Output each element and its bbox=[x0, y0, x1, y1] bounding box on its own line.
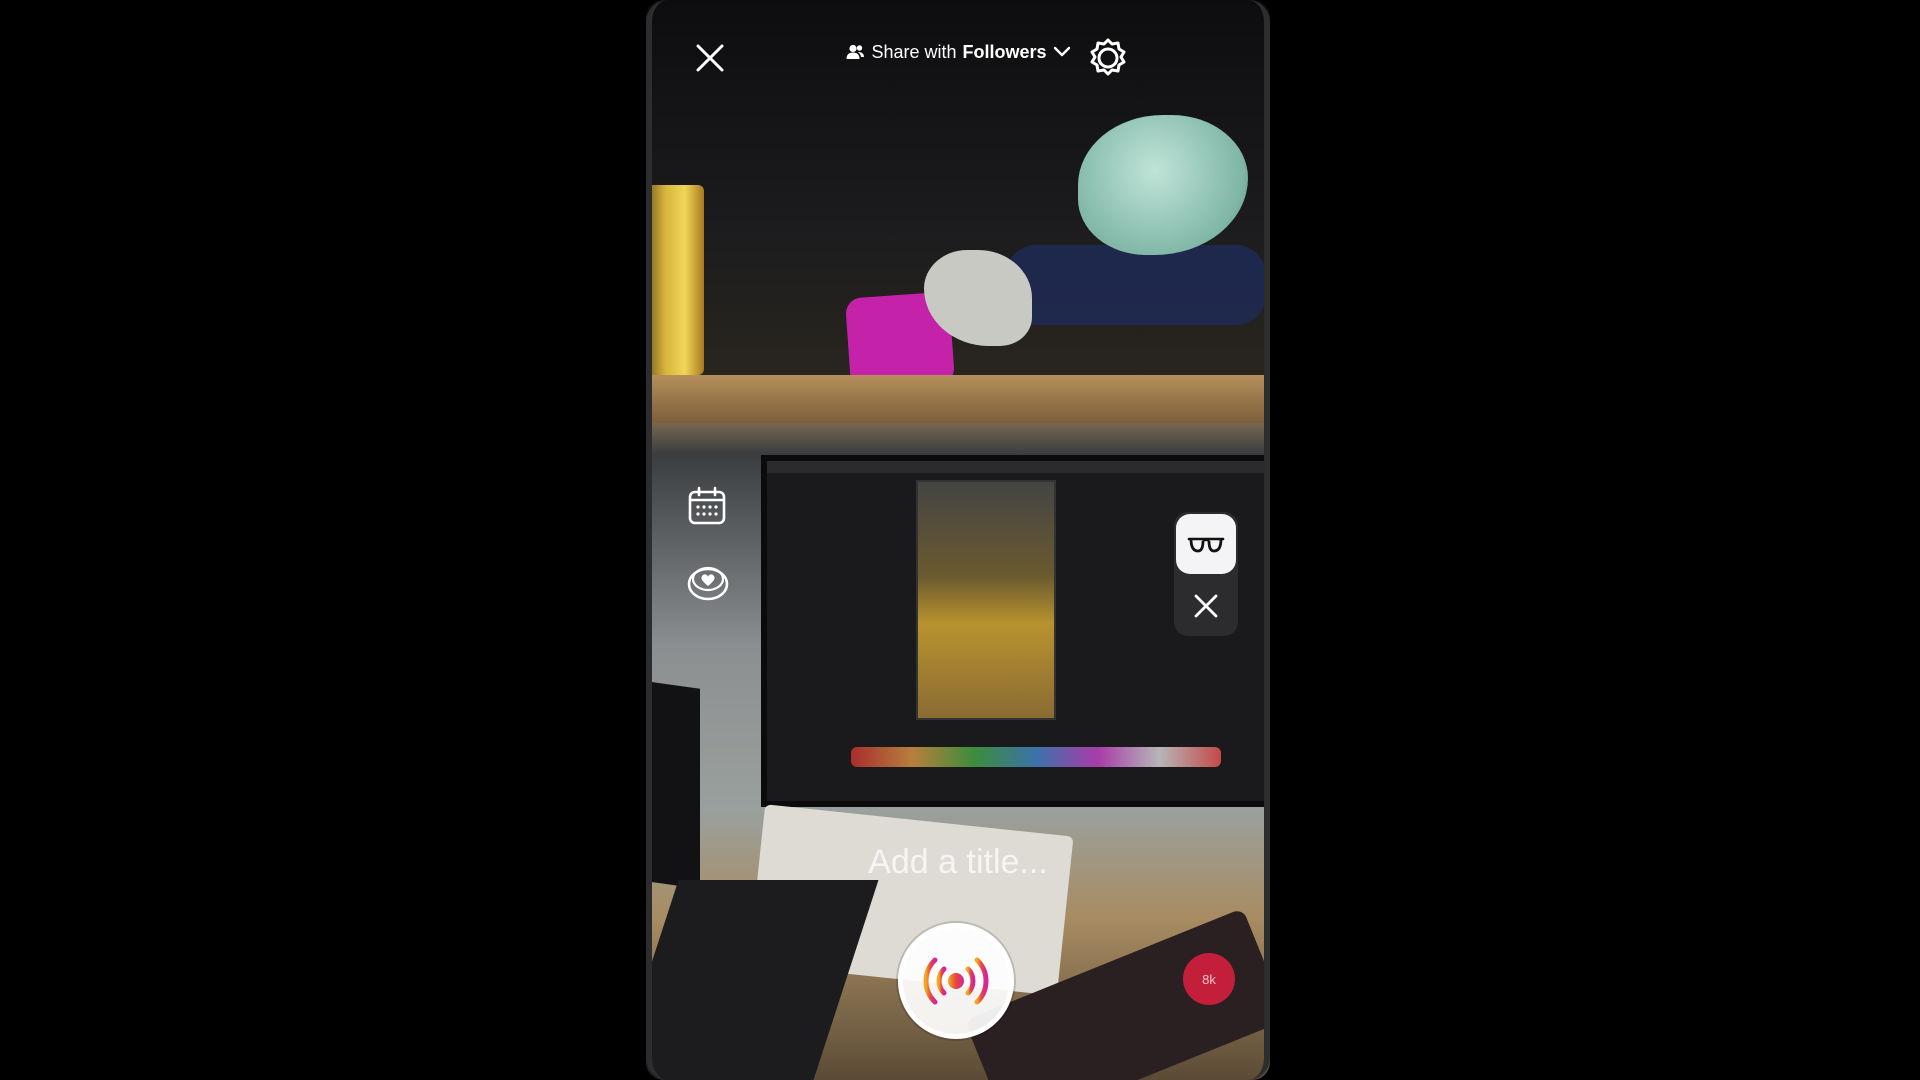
schedule-button[interactable] bbox=[684, 483, 730, 529]
share-audience-label: Followers bbox=[962, 41, 1047, 62]
heart-icon bbox=[687, 566, 729, 601]
camera-scene-dock bbox=[851, 747, 1221, 767]
camera-scene-laptop bbox=[646, 681, 700, 889]
camera-scene-laptop-keyboard bbox=[646, 880, 879, 1080]
camera-scene-plush-toy bbox=[1078, 115, 1248, 255]
chevron-down-icon bbox=[1053, 46, 1070, 57]
close-icon bbox=[1194, 594, 1218, 618]
people-icon bbox=[846, 44, 865, 59]
live-title-input[interactable] bbox=[758, 840, 1158, 884]
remove-effect-button[interactable] bbox=[1184, 584, 1228, 628]
settings-button[interactable] bbox=[1082, 32, 1134, 84]
broadcast-icon bbox=[923, 957, 989, 1005]
glasses-icon bbox=[1187, 537, 1225, 553]
camera-scene-jar bbox=[646, 185, 704, 375]
camera-scene-menu-bar bbox=[767, 461, 1264, 473]
viewer-count-badge[interactable]: 8k bbox=[1183, 953, 1235, 1005]
camera-scene-cloth bbox=[1006, 245, 1266, 325]
share-audience-selector[interactable]: Share with Followers bbox=[646, 38, 1270, 66]
effect-glasses-button[interactable] bbox=[1176, 514, 1236, 574]
fundraiser-button[interactable] bbox=[684, 558, 732, 606]
share-prefix-label: Share with bbox=[871, 41, 957, 62]
camera-scene-shelf bbox=[646, 375, 1270, 423]
camera-scene-mirrored-phone bbox=[916, 480, 1056, 720]
go-live-button[interactable] bbox=[898, 923, 1014, 1039]
viewer-count-label: 8k bbox=[1202, 971, 1216, 987]
phone-screen: Share with Followers Add a title... 8k bbox=[646, 0, 1270, 1080]
calendar-icon bbox=[688, 486, 726, 525]
settings-icon bbox=[1090, 38, 1126, 76]
